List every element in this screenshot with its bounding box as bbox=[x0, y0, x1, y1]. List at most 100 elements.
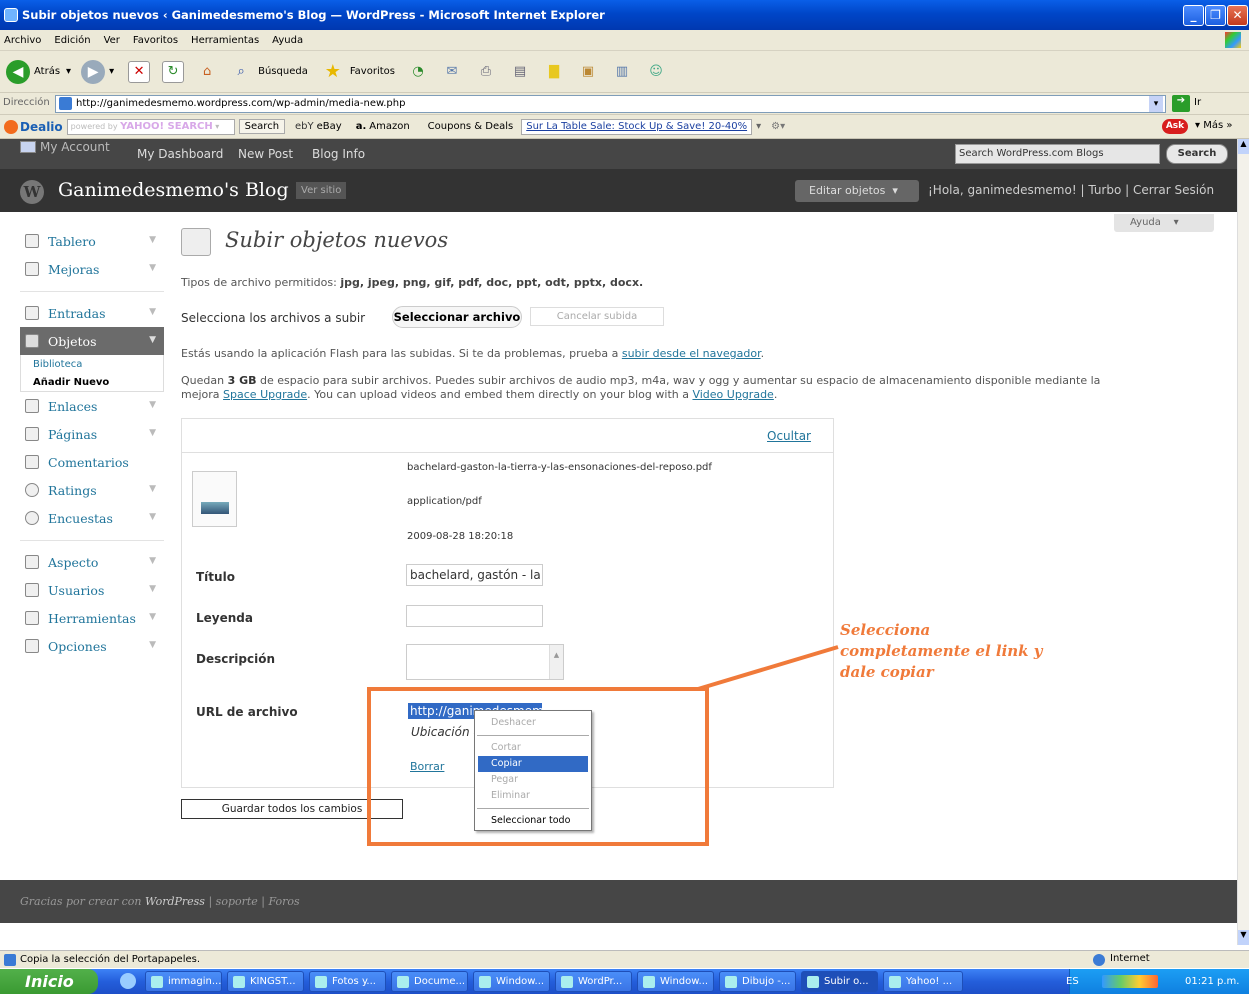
caption-label: Leyenda bbox=[196, 611, 253, 625]
upgrades-icon bbox=[25, 262, 39, 276]
vertical-scrollbar[interactable]: ▲ ▼ bbox=[1237, 139, 1249, 945]
clock: 01:21 p.m. bbox=[1185, 976, 1240, 987]
go-label[interactable]: Ir bbox=[1194, 97, 1201, 108]
menu-archivo[interactable]: Archivo bbox=[4, 35, 41, 46]
menu-opciones[interactable]: Opciones ▼ bbox=[20, 632, 164, 660]
start-button[interactable]: Inicio bbox=[0, 969, 98, 994]
wpcom-search-button[interactable]: Search bbox=[1166, 144, 1228, 164]
close-button[interactable]: ✕ bbox=[1227, 5, 1248, 26]
task-item[interactable]: WordPr... bbox=[555, 971, 632, 992]
menu-encuestas[interactable]: Encuestas ▼ bbox=[20, 504, 164, 532]
my-account-link[interactable]: My Account bbox=[40, 140, 110, 154]
ctx-copy[interactable]: Copiar bbox=[478, 756, 588, 772]
menu-ayuda[interactable]: Ayuda bbox=[272, 35, 303, 46]
hide-link[interactable]: Ocultar bbox=[767, 429, 811, 443]
dealio-search-input[interactable]: powered by YAHOO! SEARCH ▾ bbox=[66, 118, 235, 135]
task-item[interactable]: Window... bbox=[473, 971, 550, 992]
select-file-button[interactable]: Seleccionar archivo bbox=[392, 306, 522, 328]
task-item[interactable]: Fotos y... bbox=[309, 971, 386, 992]
my-dashboard-link[interactable]: My Dashboard bbox=[137, 147, 223, 161]
user-greeting[interactable]: ¡Hola, ganimedesmemo! | Turbo | Cerrar S… bbox=[928, 183, 1214, 197]
ask-logo-icon[interactable]: Ask bbox=[1162, 119, 1188, 134]
help-tab[interactable]: Ayuda ▾ bbox=[1114, 214, 1214, 232]
back-icon[interactable]: ◀ bbox=[6, 59, 30, 84]
menu-ratings[interactable]: Ratings ▼ bbox=[20, 476, 164, 504]
menu-favoritos[interactable]: Favoritos bbox=[133, 35, 178, 46]
wordpress-link[interactable]: WordPress bbox=[145, 895, 205, 908]
title-input[interactable]: bachelard, gastón - la bbox=[406, 564, 543, 586]
menu-enlaces[interactable]: Enlaces ▼ bbox=[20, 392, 164, 420]
task-item[interactable]: Docume... bbox=[391, 971, 468, 992]
task-item[interactable]: Yahoo! ... bbox=[883, 971, 963, 992]
favorites-label[interactable]: Favoritos bbox=[350, 66, 395, 77]
ctx-paste[interactable]: Pegar bbox=[475, 772, 591, 788]
research-icon[interactable]: ▣ bbox=[577, 61, 599, 83]
menu-herramientas[interactable]: Herramientas ▼ bbox=[20, 604, 164, 632]
menu-aspecto[interactable]: Aspecto ▼ bbox=[20, 548, 164, 576]
edit-objects-dropdown[interactable]: Editar objetos ▾ bbox=[795, 180, 919, 202]
refresh-icon[interactable]: ↻ bbox=[162, 60, 185, 83]
minimize-button[interactable]: _ bbox=[1183, 5, 1204, 26]
wpcom-search-input[interactable]: Search WordPress.com Blogs bbox=[955, 144, 1160, 164]
language-indicator[interactable]: ES bbox=[1066, 969, 1079, 994]
history-icon[interactable]: ◔ bbox=[407, 61, 429, 83]
menu-entradas[interactable]: Entradas ▼ bbox=[20, 299, 164, 327]
notes-icon[interactable]: ▇ bbox=[543, 61, 565, 83]
task-item[interactable]: Window... bbox=[637, 971, 714, 992]
messenger-icon[interactable]: ☺ bbox=[645, 61, 667, 83]
submenu-biblioteca[interactable]: Biblioteca bbox=[20, 355, 164, 373]
tray-icons[interactable] bbox=[1102, 975, 1158, 988]
coupons-link[interactable]: Coupons & Deals bbox=[428, 121, 514, 132]
promo-ticker[interactable]: Sur La Table Sale: Stock Up & Save! 20-4… bbox=[521, 118, 753, 135]
submenu-anadir-nuevo[interactable]: Añadir Nuevo bbox=[20, 373, 164, 392]
ie-quicklaunch-icon[interactable] bbox=[120, 973, 136, 989]
more-menu[interactable]: ▾ Más » bbox=[1195, 120, 1232, 131]
blog-title: Ganimedesmemo's Blog bbox=[58, 179, 289, 201]
mail-icon[interactable]: ✉ bbox=[441, 61, 463, 83]
forward-icon[interactable]: ▶ bbox=[81, 59, 106, 84]
stop-icon[interactable]: ✕ bbox=[128, 60, 151, 83]
back-label[interactable]: Atrás bbox=[34, 66, 60, 77]
favorites-star-icon[interactable]: ★ bbox=[322, 61, 344, 83]
search-icon[interactable]: ⌕ bbox=[230, 61, 252, 83]
menu-edicion[interactable]: Edición bbox=[54, 35, 90, 46]
amazon-link[interactable]: Amazon bbox=[369, 121, 409, 132]
browser-upload-link[interactable]: subir desde el navegador bbox=[622, 347, 761, 360]
home-icon[interactable]: ⌂ bbox=[196, 61, 218, 83]
ctx-delete[interactable]: Eliminar bbox=[475, 788, 591, 804]
address-dropdown[interactable]: ▾ bbox=[1149, 96, 1163, 112]
menu-mejoras[interactable]: Mejoras ▼ bbox=[20, 255, 164, 283]
settings-gear-icon[interactable]: ⚙▾ bbox=[771, 121, 785, 132]
task-item-active[interactable]: Subir o... bbox=[801, 971, 878, 992]
menu-herramientas[interactable]: Herramientas bbox=[191, 35, 259, 46]
task-item[interactable]: Dibujo -... bbox=[719, 971, 796, 992]
menu-comentarios[interactable]: Comentarios bbox=[20, 448, 164, 476]
menu-usuarios[interactable]: Usuarios ▼ bbox=[20, 576, 164, 604]
edit-icon[interactable]: ▤ bbox=[509, 61, 531, 83]
blog-info-link[interactable]: Blog Info bbox=[312, 147, 365, 161]
ctx-undo[interactable]: Deshacer bbox=[475, 715, 591, 731]
new-post-link[interactable]: New Post bbox=[238, 147, 293, 161]
task-item[interactable]: immagin... bbox=[145, 971, 222, 992]
books-icon[interactable]: ▥ bbox=[611, 61, 633, 83]
go-icon[interactable]: ➔ bbox=[1172, 95, 1190, 112]
menu-ver[interactable]: Ver bbox=[104, 35, 120, 46]
task-item[interactable]: KINGST... bbox=[227, 971, 304, 992]
restore-button[interactable]: ❐ bbox=[1205, 5, 1226, 26]
menu-paginas[interactable]: Páginas ▼ bbox=[20, 420, 164, 448]
ebay-link[interactable]: eBay bbox=[317, 121, 342, 132]
dealio-search-button[interactable]: Search bbox=[238, 119, 286, 134]
address-input[interactable]: http://ganimedesmemo.wordpress.com/wp-ad… bbox=[55, 95, 1166, 113]
window-titlebar: Subir objetos nuevos ‹ Ganimedesmemo's B… bbox=[0, 0, 1249, 30]
menu-tablero[interactable]: Tablero ▼ bbox=[20, 227, 164, 255]
video-upgrade-link[interactable]: Video Upgrade bbox=[692, 388, 773, 401]
print-icon[interactable]: ⎙ bbox=[475, 61, 497, 83]
ctx-cut[interactable]: Cortar bbox=[475, 740, 591, 756]
view-site-button[interactable]: Ver sitio bbox=[296, 182, 347, 199]
cancel-upload-button[interactable]: Cancelar subida bbox=[530, 307, 664, 326]
promo-dropdown[interactable]: ▾ bbox=[756, 121, 761, 132]
search-label[interactable]: Búsqueda bbox=[258, 66, 308, 77]
menu-objetos[interactable]: Objetos ▼ bbox=[20, 327, 164, 355]
space-upgrade-link[interactable]: Space Upgrade bbox=[223, 388, 307, 401]
ctx-select-all[interactable]: Seleccionar todo bbox=[475, 813, 591, 829]
